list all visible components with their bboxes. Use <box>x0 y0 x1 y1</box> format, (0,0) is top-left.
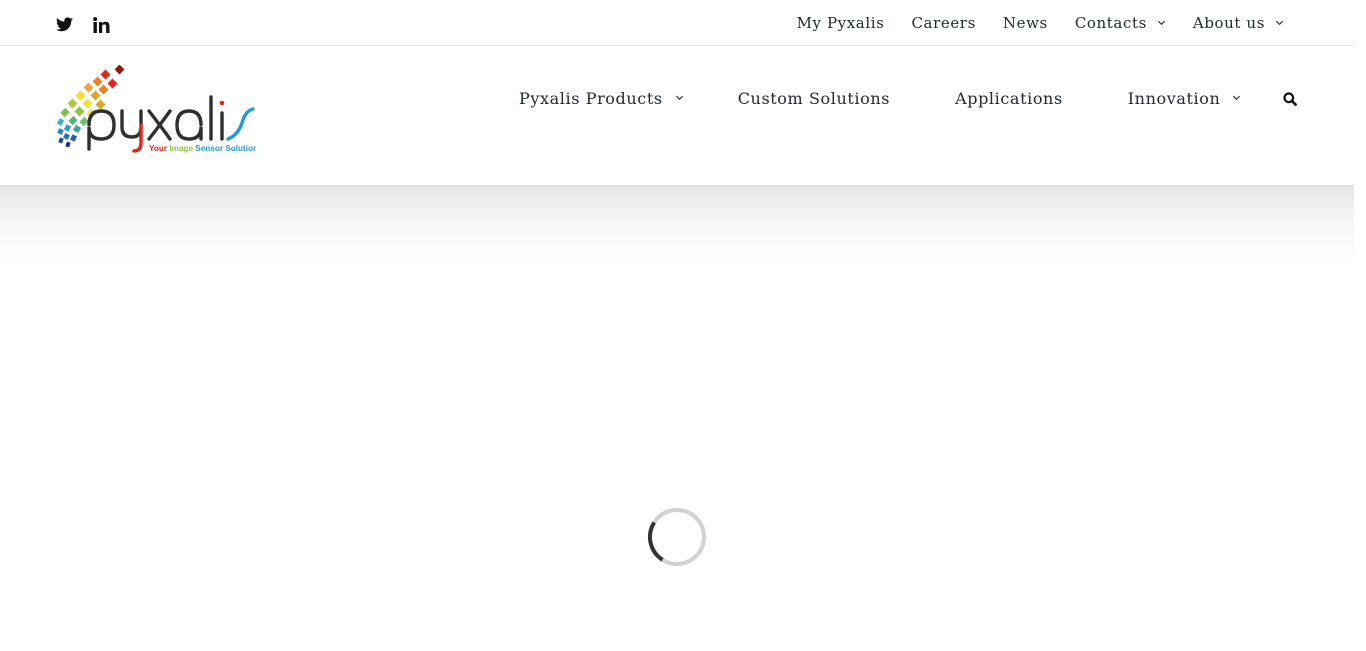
main-header: Your Image Sensor Solution Pyxalis Produ… <box>0 46 1354 186</box>
main-nav: Pyxalis Products Custom Solutions Applic… <box>519 86 1241 110</box>
nav-label: My Pyxalis <box>796 14 885 32</box>
nav-label: Innovation <box>1127 88 1221 108</box>
pyxalis-logo[interactable]: Your Image Sensor Solution <box>56 64 258 155</box>
linkedin-icon <box>93 17 110 33</box>
svg-text:Your Image Sensor Solution: Your Image Sensor Solution <box>149 144 256 153</box>
main-nav-custom-solutions[interactable]: Custom Solutions <box>738 89 890 108</box>
chevron-down-icon <box>675 95 683 100</box>
search-icon <box>1283 92 1297 106</box>
page: My Pyxalis Careers News Contacts About u… <box>0 0 1354 651</box>
main-nav-pyxalis-products[interactable]: Pyxalis Products <box>519 89 684 108</box>
search-button[interactable] <box>1283 91 1297 106</box>
nav-label: Custom Solutions <box>737 88 891 108</box>
linkedin-link[interactable] <box>93 17 110 34</box>
pyxalis-logo-icon: Your Image Sensor Solution <box>56 64 258 153</box>
nav-label: Applications <box>955 88 1063 108</box>
nav-label: Careers <box>911 14 976 32</box>
secondary-nav-news[interactable]: News <box>1003 14 1048 32</box>
secondary-nav-contacts[interactable]: Contacts <box>1075 14 1166 32</box>
twitter-link[interactable] <box>56 17 73 34</box>
secondary-nav-careers[interactable]: Careers <box>911 14 975 32</box>
chevron-down-icon <box>1275 20 1284 25</box>
tagline-image: Image <box>169 144 195 153</box>
nav-label: News <box>1002 14 1048 32</box>
loading-spinner <box>647 507 707 567</box>
secondary-nav: My Pyxalis Careers News Contacts About u… <box>797 0 1284 46</box>
nav-label: Pyxalis Products <box>519 88 663 108</box>
main-nav-applications[interactable]: Applications <box>955 89 1063 108</box>
tagline-sensor-solution: Sensor Solution <box>195 144 256 153</box>
secondary-nav-my-pyxalis[interactable]: My Pyxalis <box>797 14 885 32</box>
secondary-nav-about-us[interactable]: About us <box>1193 14 1284 32</box>
main-nav-innovation[interactable]: Innovation <box>1128 89 1242 108</box>
nav-label: Contacts <box>1074 14 1147 32</box>
chevron-down-icon <box>1157 20 1165 25</box>
loading-spinner-icon <box>648 508 706 566</box>
top-bar: My Pyxalis Careers News Contacts About u… <box>0 0 1354 46</box>
nav-label: About us <box>1192 14 1265 32</box>
header-shadow <box>0 186 1354 266</box>
social-links <box>56 17 110 34</box>
tagline-your: Your <box>149 144 169 153</box>
twitter-icon <box>56 17 73 32</box>
chevron-down-icon <box>1233 95 1241 100</box>
